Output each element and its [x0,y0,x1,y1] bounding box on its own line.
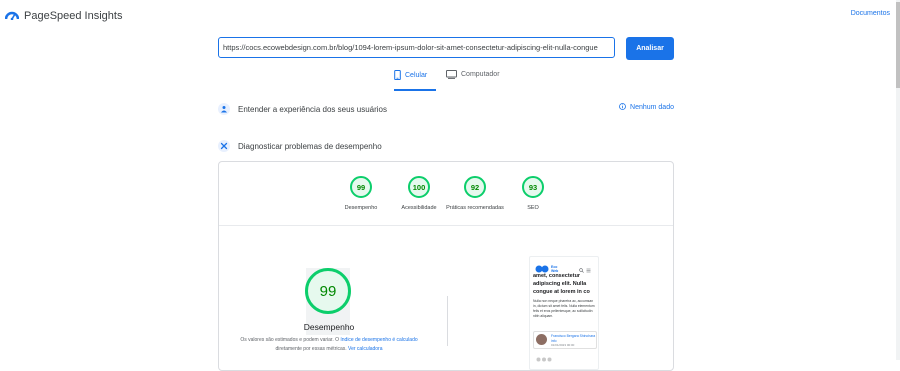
score-best-practices-label: Práticas recomendadas [446,205,504,211]
author-avatar [536,334,547,345]
score-seo-label: SEO [527,205,539,211]
logo[interactable]: PageSpeed Insights [4,7,123,25]
tab-mobile[interactable]: Celular [394,70,436,92]
smartphone-icon [394,70,401,82]
score-performance-value: 99 [350,176,372,198]
section-diagnose: Diagnosticar problemas de desempenho [218,139,674,153]
performance-index-link[interactable]: índice de desempenho é calculado [340,337,417,343]
performance-note: Os valores são estimados e podem variar.… [234,336,424,354]
tab-desktop[interactable]: Computador [446,70,500,92]
tab-mobile-label: Celular [405,72,428,79]
active-tab-indicator [394,89,436,91]
author-date: 01/01/2023 00:00 [551,343,575,347]
score-seo-value: 93 [522,176,544,198]
desktop-icon [446,70,457,81]
score-accessibility-label: Acessibilidade [401,205,437,211]
scrollbar-thumb[interactable] [896,2,900,88]
performance-note-mid: diretamente por essas métricas. [275,346,349,352]
score-best-practices[interactable]: 92 Práticas recomendadas [445,176,505,212]
score-seo[interactable]: 93 SEO [503,176,563,212]
app-title: PageSpeed Insights [24,10,123,22]
section-user-experience: Entender a experiência dos seus usuários… [218,102,674,116]
documentation-link[interactable]: Documentos [851,10,890,17]
info-icon [619,103,626,112]
top-bar: PageSpeed Insights Documentos [0,0,900,30]
tab-desktop-label: Computador [461,71,500,78]
section-diagnose-title: Diagnosticar problemas de desempenho [238,141,382,151]
preview-author-card: Francisco Bergara Shinohara info 01/01/2… [533,331,597,349]
preview-social-icons [536,349,552,367]
vertical-divider [447,296,448,346]
page-scrollbar[interactable] [896,0,900,360]
score-accessibility[interactable]: 100 Acessibilidade [389,176,449,212]
score-performance-label: Desempenho [344,205,378,211]
score-performance[interactable]: 99 Desempenho [331,176,391,212]
preview-heading: amet, consectetur adipiscing elit. Nulla… [533,273,590,295]
diagnose-icon [218,140,230,152]
url-input[interactable] [218,37,615,58]
performance-gauge: 99 [305,268,351,314]
people-icon [218,103,230,115]
analyze-button[interactable]: Analisar [626,37,674,60]
pagespeed-logo-icon [4,7,20,25]
author-name: Francisco Bergara Shinohara info [551,334,596,343]
score-accessibility-value: 100 [408,176,430,198]
score-best-practices-value: 92 [464,176,486,198]
preview-body: Nulla non neque pharetra ac, accumsan in… [533,299,595,318]
card-divider [219,225,673,226]
no-data-link[interactable]: Nenhum dado [619,103,674,112]
performance-label: Desempenho [303,322,355,332]
results-card: 99 Desempenho 100 Acessibilidade 92 Prát… [218,161,674,371]
page-screenshot-preview: Eco Web amet, consectetur adipiscing eli… [529,256,599,370]
calculator-link[interactable]: Ver calculadora [348,346,382,352]
section-user-experience-title: Entender a experiência dos seus usuários [238,104,387,114]
performance-note-text: Os valores são estimados e podem variar.… [240,337,341,343]
no-data-label: Nenhum dado [630,104,674,111]
